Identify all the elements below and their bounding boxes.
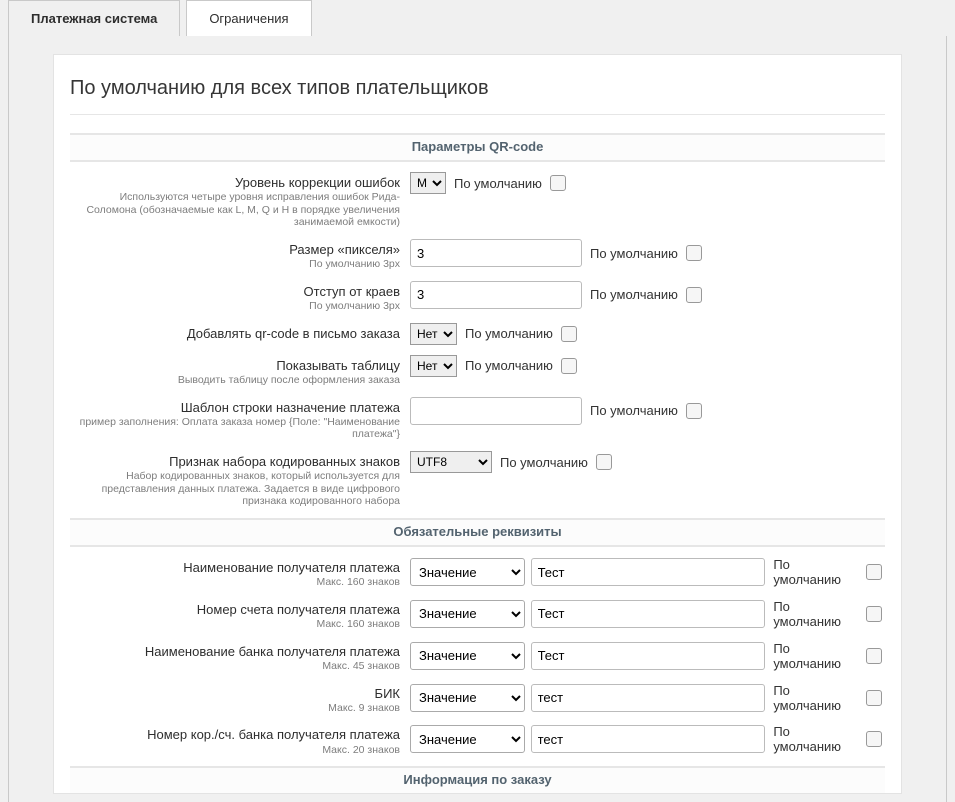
- input-margin[interactable]: [410, 281, 582, 309]
- label-add-qr: Добавлять qr-code в письмо заказа: [70, 326, 400, 342]
- row-bik: БИК Макс. 9 знаков Значение По умолчанию: [70, 683, 885, 715]
- label-corr-account: Номер кор./сч. банка получателя платежа: [70, 727, 400, 743]
- hint-payee-name: Макс. 160 знаков: [70, 576, 400, 589]
- hint-pixel-size: По умолчанию 3px: [70, 258, 400, 271]
- label-show-table: Показывать таблицу: [70, 358, 400, 374]
- select-show-table[interactable]: Нет: [410, 355, 457, 377]
- input-payee-account[interactable]: [531, 600, 766, 628]
- input-bank-name[interactable]: [531, 642, 766, 670]
- select-bank-name-type[interactable]: Значение: [410, 642, 525, 670]
- hint-margin: По умолчанию 3px: [70, 300, 400, 313]
- label-bik: БИК: [70, 686, 400, 702]
- hint-template: пример заполнения: Оплата заказа номер {…: [70, 416, 400, 441]
- section-required-title: Обязательные реквизиты: [70, 518, 885, 547]
- input-bik[interactable]: [531, 684, 766, 712]
- row-corr-account: Номер кор./сч. банка получателя платежа …: [70, 724, 885, 756]
- tab-payment-system[interactable]: Платежная система: [8, 0, 180, 36]
- input-payee-name[interactable]: [531, 558, 766, 586]
- default-checkbox-payee-account[interactable]: [866, 606, 882, 622]
- default-label-margin: По умолчанию: [590, 287, 678, 302]
- select-charset[interactable]: UTF8: [410, 451, 492, 473]
- default-checkbox-margin[interactable]: [686, 287, 702, 303]
- default-checkbox-template[interactable]: [686, 403, 702, 419]
- default-label-charset: По умолчанию: [500, 455, 588, 470]
- default-checkbox-pixel-size[interactable]: [686, 245, 702, 261]
- default-label-template: По умолчанию: [590, 403, 678, 418]
- row-template: Шаблон строки назначение платежа пример …: [70, 397, 885, 441]
- label-ecc-hint: Используются четыре уровня исправления о…: [70, 191, 400, 229]
- default-label-add-qr: По умолчанию: [465, 326, 553, 341]
- content: По умолчанию для всех типов плательщиков…: [53, 54, 902, 794]
- default-checkbox-charset[interactable]: [596, 454, 612, 470]
- select-bik-type[interactable]: Значение: [410, 684, 525, 712]
- hint-payee-account: Макс. 160 знаков: [70, 618, 400, 631]
- label-pixel-size: Размер «пикселя»: [70, 242, 400, 258]
- row-payee-account: Номер счета получателя платежа Макс. 160…: [70, 599, 885, 631]
- row-pixel-size: Размер «пикселя» По умолчанию 3px По умо…: [70, 239, 885, 271]
- row-margin: Отступ от краев По умолчанию 3px По умол…: [70, 281, 885, 313]
- input-corr-account[interactable]: [531, 725, 766, 753]
- section-qr-title: Параметры QR-code: [70, 133, 885, 162]
- page-title: По умолчанию для всех типов плательщиков: [54, 77, 901, 100]
- input-pixel-size[interactable]: [410, 239, 582, 267]
- label-template: Шаблон строки назначение платежа: [70, 400, 400, 416]
- default-label-ecc: По умолчанию: [454, 176, 542, 191]
- tabs: Платежная система Ограничения: [8, 0, 947, 36]
- default-checkbox-payee-name[interactable]: [866, 564, 882, 580]
- row-add-qr: Добавлять qr-code в письмо заказа Нет По…: [70, 323, 885, 345]
- default-checkbox-show-table[interactable]: [561, 358, 577, 374]
- default-label-show-table: По умолчанию: [465, 358, 553, 373]
- label-ecc-main: Уровень коррекции ошибок: [70, 175, 400, 191]
- content-wrap: По умолчанию для всех типов плательщиков…: [8, 36, 947, 802]
- default-label-corr-account: По умолчанию: [773, 724, 858, 754]
- default-label-bik: По умолчанию: [773, 683, 858, 713]
- label-charset: Признак набора кодированных знаков: [70, 454, 400, 470]
- hint-corr-account: Макс. 20 знаков: [70, 744, 400, 757]
- row-bank-name: Наименование банка получателя платежа Ма…: [70, 641, 885, 673]
- hint-show-table: Выводить таблицу после оформления заказа: [70, 374, 400, 387]
- label-ecc: Уровень коррекции ошибок Используются че…: [70, 172, 410, 229]
- hint-charset: Набор кодированных знаков, который испол…: [70, 470, 400, 508]
- hint-bank-name: Макс. 45 знаков: [70, 660, 400, 673]
- select-payee-name-type[interactable]: Значение: [410, 558, 525, 586]
- row-ecc: Уровень коррекции ошибок Используются че…: [70, 172, 885, 229]
- row-payee-name: Наименование получателя платежа Макс. 16…: [70, 557, 885, 589]
- row-charset: Признак набора кодированных знаков Набор…: [70, 451, 885, 508]
- default-checkbox-bank-name[interactable]: [866, 648, 882, 664]
- hint-bik: Макс. 9 знаков: [70, 702, 400, 715]
- select-add-qr[interactable]: Нет: [410, 323, 457, 345]
- select-ecc[interactable]: M: [410, 172, 446, 194]
- default-checkbox-add-qr[interactable]: [561, 326, 577, 342]
- default-label-payee-account: По умолчанию: [773, 599, 858, 629]
- row-show-table: Показывать таблицу Выводить таблицу посл…: [70, 355, 885, 387]
- select-corr-account-type[interactable]: Значение: [410, 725, 525, 753]
- input-template[interactable]: [410, 397, 582, 425]
- section-order-info-title: Информация по заказу: [70, 766, 885, 793]
- label-bank-name: Наименование банка получателя платежа: [70, 644, 400, 660]
- default-label-bank-name: По умолчанию: [773, 641, 858, 671]
- default-checkbox-corr-account[interactable]: [866, 731, 882, 747]
- tab-restrictions[interactable]: Ограничения: [186, 0, 311, 36]
- select-payee-account-type[interactable]: Значение: [410, 600, 525, 628]
- default-checkbox-bik[interactable]: [866, 690, 882, 706]
- default-checkbox-ecc[interactable]: [550, 175, 566, 191]
- default-label-pixel-size: По умолчанию: [590, 246, 678, 261]
- label-payee-account: Номер счета получателя платежа: [70, 602, 400, 618]
- default-label-payee-name: По умолчанию: [773, 557, 858, 587]
- label-payee-name: Наименование получателя платежа: [70, 560, 400, 576]
- divider: [70, 114, 885, 115]
- label-margin: Отступ от краев: [70, 284, 400, 300]
